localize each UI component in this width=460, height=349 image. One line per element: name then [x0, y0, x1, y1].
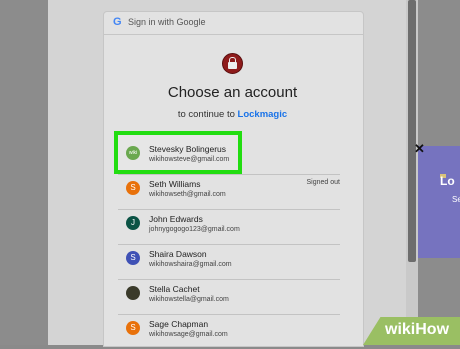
google-logo-icon: G	[113, 16, 122, 28]
account-email: wikihowshaira@gmail.com	[149, 261, 232, 268]
account-email: johnygogogo123@gmail.com	[149, 226, 240, 233]
account-divider	[118, 279, 340, 280]
account-name: Stella Cachet	[149, 284, 200, 294]
account-email: wikihowstella@gmail.com	[149, 296, 229, 303]
close-icon[interactable]: ✕	[414, 141, 425, 157]
account-item[interactable]: J John Edwards johnygogogo123@gmail.com	[118, 211, 340, 244]
account-status: Signed out	[306, 179, 340, 186]
avatar: S	[126, 181, 140, 195]
dialog-header-title: Sign in with Google	[128, 17, 206, 27]
account-name: Sage Chapman	[149, 319, 209, 329]
account-divider	[118, 174, 340, 175]
dialog-header: G Sign in with Google	[104, 12, 363, 35]
background-app-text: Se	[452, 195, 460, 204]
scrollbar-thumb[interactable]	[408, 0, 416, 262]
avatar: J	[126, 216, 140, 230]
account-name: Shaira Dawson	[149, 249, 207, 259]
account-divider	[118, 209, 340, 210]
account-name: John Edwards	[149, 214, 203, 224]
avatar: S	[126, 251, 140, 265]
avatar	[126, 286, 140, 300]
account-item[interactable]: S Sage Chapman wikihowsage@gmail.com	[118, 316, 340, 349]
account-item[interactable]: S Seth Williams wikihowseth@gmail.com Signe…	[118, 176, 340, 209]
avatar: wiki	[126, 146, 140, 160]
account-email: wikihowsage@gmail.com	[149, 331, 228, 338]
account-name: Stevesky Bolingerus	[149, 144, 227, 154]
lock-body	[228, 62, 237, 69]
account-email: wikihowseth@gmail.com	[149, 191, 226, 198]
account-item[interactable]: S Shaira Dawson wikihowshaira@gmail.com	[118, 246, 340, 279]
page-title: Choose an account	[167, 84, 298, 101]
watermark-logo: wikiHow	[385, 321, 450, 338]
account-divider	[118, 314, 340, 315]
app-lock-icon	[222, 53, 243, 74]
account-divider	[118, 244, 340, 245]
page-subtitle: to continue to Lockmagic	[103, 109, 362, 120]
background-app-title: Lo	[440, 174, 455, 188]
account-email: wikihowsteve@gmail.com	[149, 156, 230, 163]
app-name-link[interactable]: Lockmagic	[238, 109, 288, 120]
avatar: S	[126, 321, 140, 335]
subtitle-prefix: to continue to	[177, 109, 235, 120]
account-item[interactable]: Stella Cachet wikihowstella@gmail.com	[118, 281, 340, 314]
account-name: Seth Williams	[149, 179, 201, 189]
account-item[interactable]: wiki Stevesky Bolingerus wikihowsteve@gmai…	[118, 141, 340, 174]
